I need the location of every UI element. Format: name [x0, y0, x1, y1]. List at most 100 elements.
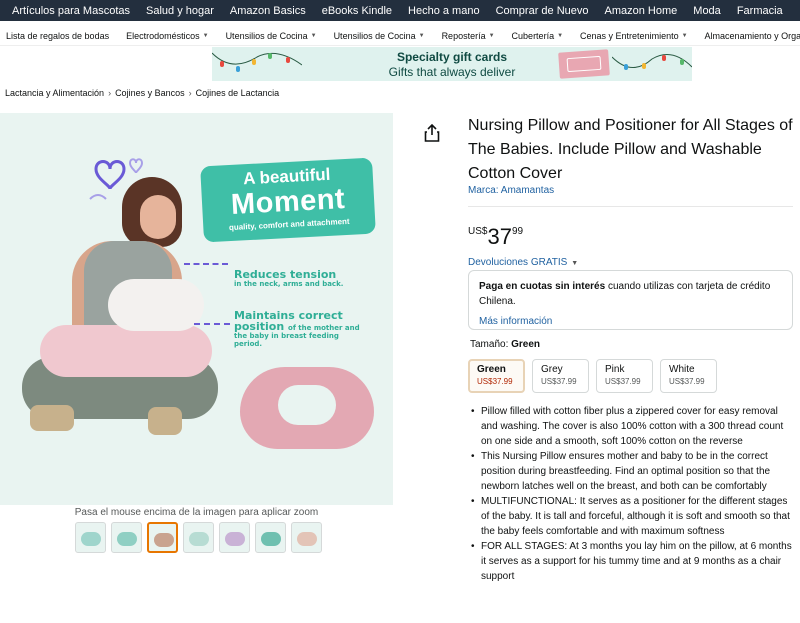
chevron-down-icon: ▼ — [571, 260, 579, 267]
string-lights-right — [612, 54, 692, 70]
price-currency: US$ — [468, 226, 488, 237]
size-option-name: Pink — [605, 364, 625, 375]
feature-bullets: Pillow filled with cotton fiber plus a z… — [471, 404, 795, 584]
nav-item[interactable]: Artículos para Mascotas — [4, 5, 138, 17]
shoe-left — [30, 405, 74, 431]
chevron-right-icon: › — [188, 88, 192, 98]
pointer-line — [194, 323, 230, 325]
thumbnail-mother-icon — [154, 533, 174, 547]
sub-nav-item[interactable]: Cubertería ▼ — [512, 31, 563, 41]
thumbnail[interactable] — [255, 522, 286, 553]
size-option-white[interactable]: White US$37.99 — [660, 359, 717, 393]
size-option-green[interactable]: Green US$37.99 — [468, 359, 525, 393]
size-option-price: US$37.99 — [541, 377, 577, 386]
divider — [468, 206, 793, 207]
feature-desc: the baby in breast feeding — [234, 332, 339, 340]
chevron-down-icon: ▼ — [418, 32, 425, 39]
size-option-name: Green — [477, 364, 506, 375]
size-label-text: Tamaño: — [470, 339, 512, 350]
nursing-pillow-in-use — [40, 325, 212, 377]
share-icon[interactable] — [424, 124, 440, 142]
pointer-line — [184, 263, 228, 265]
size-option-price: US$37.99 — [477, 377, 513, 386]
feature-desc: in the neck, arms and back. — [234, 280, 344, 288]
main-product-image[interactable]: A beautiful Moment quality, comfort and … — [0, 113, 393, 505]
sub-nav-label: Utensilios de Cocina — [333, 30, 416, 41]
thumbnail-pillow-icon — [81, 532, 101, 546]
size-option-grey[interactable]: Grey US$37.99 — [532, 359, 589, 393]
thumbnail-pillow-icon — [117, 532, 137, 546]
sub-nav-label: Cubertería — [511, 30, 555, 41]
size-option-name: White — [669, 364, 695, 375]
gift-card-image — [558, 49, 610, 79]
size-option-pink[interactable]: Pink US$37.99 — [596, 359, 653, 393]
product-title: Nursing Pillow and Positioner for All St… — [468, 117, 793, 182]
free-returns-link[interactable]: Devoluciones GRATIS ▼ — [468, 257, 578, 268]
thumbnail[interactable] — [75, 522, 106, 553]
thumbnail-baby-icon — [297, 532, 317, 546]
size-option-name: Grey — [541, 364, 563, 375]
baby — [108, 279, 204, 331]
chevron-down-icon: ▼ — [488, 32, 495, 39]
feature-desc: period. — [234, 340, 263, 348]
price-fraction: 99 — [511, 226, 524, 237]
installments-text: Paga en cuotas sin interés cuando utiliz… — [479, 279, 782, 309]
nav-item[interactable]: Moda — [685, 5, 729, 17]
sub-nav-item[interactable]: Cenas y Entretenimiento ▼ — [580, 31, 688, 41]
thumbnail[interactable] — [219, 522, 250, 553]
breadcrumb: Lactancia y Alimentación › Cojines y Banco… — [5, 88, 279, 98]
size-option-price: US$37.99 — [605, 377, 641, 386]
feature-reduces-tension: Reduces tension in the neck, arms and ba… — [234, 269, 343, 288]
thumbnail-strip — [75, 522, 327, 553]
chevron-down-icon: ▼ — [681, 32, 688, 39]
chevron-down-icon: ▼ — [202, 32, 209, 39]
feature-correct-position: Maintains correct position of the mother… — [234, 310, 360, 348]
nav-item[interactable]: Hecho a mano — [400, 5, 488, 17]
bullet-item: MULTIFUNCTIONAL: It serves as a position… — [471, 494, 795, 539]
breadcrumb-link[interactable]: Cojines de Lactancia — [196, 88, 280, 98]
sub-nav-label: Utensilios de Cocina — [225, 30, 308, 41]
thumbnail-selected[interactable] — [147, 522, 178, 553]
breadcrumb-link[interactable]: Cojines y Bancos — [115, 88, 185, 98]
sub-nav-label: Almacenamiento y Organización — [704, 30, 800, 41]
size-option-price: US$37.99 — [669, 377, 705, 386]
thumbnail[interactable] — [111, 522, 142, 553]
thumbnail[interactable] — [291, 522, 322, 553]
bullet-item: Pillow filled with cotton fiber plus a z… — [471, 404, 795, 449]
sub-nav-item[interactable]: Utensilios de Cocina ▼ — [226, 31, 317, 41]
sub-nav-item[interactable]: Repostería ▼ — [442, 31, 495, 41]
sub-nav-item[interactable]: Utensilios de Cocina ▼ — [334, 31, 425, 41]
sub-nav-label: Electrodomésticos — [126, 30, 200, 41]
brand-link[interactable]: Marca: Amamantas — [468, 185, 554, 196]
breadcrumb-link[interactable]: Lactancia y Alimentación — [5, 88, 104, 98]
installments-bold: Paga en cuotas sin interés — [479, 281, 606, 292]
sub-nav-item[interactable]: Almacenamiento y Organización — [705, 31, 800, 41]
sub-nav: Lista de regalos de bodas Electrodomésti… — [0, 26, 800, 46]
thumbnail[interactable] — [183, 522, 214, 553]
nav-item[interactable]: Amazon Home — [597, 5, 686, 17]
bullet-item: This Nursing Pillow ensures mother and b… — [471, 449, 795, 494]
thumbnail-infographic-icon — [189, 532, 209, 546]
price: US$3799 — [468, 224, 523, 250]
nav-item[interactable]: Comprar de Nuevo — [488, 5, 597, 17]
feature-desc: of the mother and — [288, 324, 360, 332]
sub-nav-item[interactable]: Electrodomésticos ▼ — [126, 31, 208, 41]
size-label: Tamaño: Green — [470, 339, 540, 350]
size-options: Green US$37.99 Grey US$37.99 Pink US$37.… — [468, 359, 724, 393]
more-info-link[interactable]: Más información — [479, 316, 782, 327]
gift-card-banner[interactable]: Specialty gift cards Gifts that always d… — [212, 47, 692, 81]
nav-item[interactable]: Farmacia — [729, 5, 791, 17]
sub-nav-label: Repostería — [441, 30, 486, 41]
price-whole: 37 — [487, 224, 512, 249]
mother-face — [140, 195, 176, 239]
nav-item[interactable]: eBooks Kindle — [314, 5, 400, 17]
top-nav: Artículos para Mascotas Salud y hogar Am… — [0, 0, 800, 21]
sub-nav-item[interactable]: Lista de regalos de bodas — [6, 31, 109, 41]
nav-item[interactable]: Amazon Basics — [222, 5, 314, 17]
product-pillow-image — [240, 367, 374, 449]
nav-item[interactable]: Salud y hogar — [138, 5, 222, 17]
installments-box: Paga en cuotas sin interés cuando utiliz… — [468, 270, 793, 330]
thumbnail-pillow-icon — [261, 532, 281, 546]
headline-badge: A beautiful Moment quality, comfort and … — [200, 157, 376, 243]
chevron-down-icon: ▼ — [557, 32, 564, 39]
